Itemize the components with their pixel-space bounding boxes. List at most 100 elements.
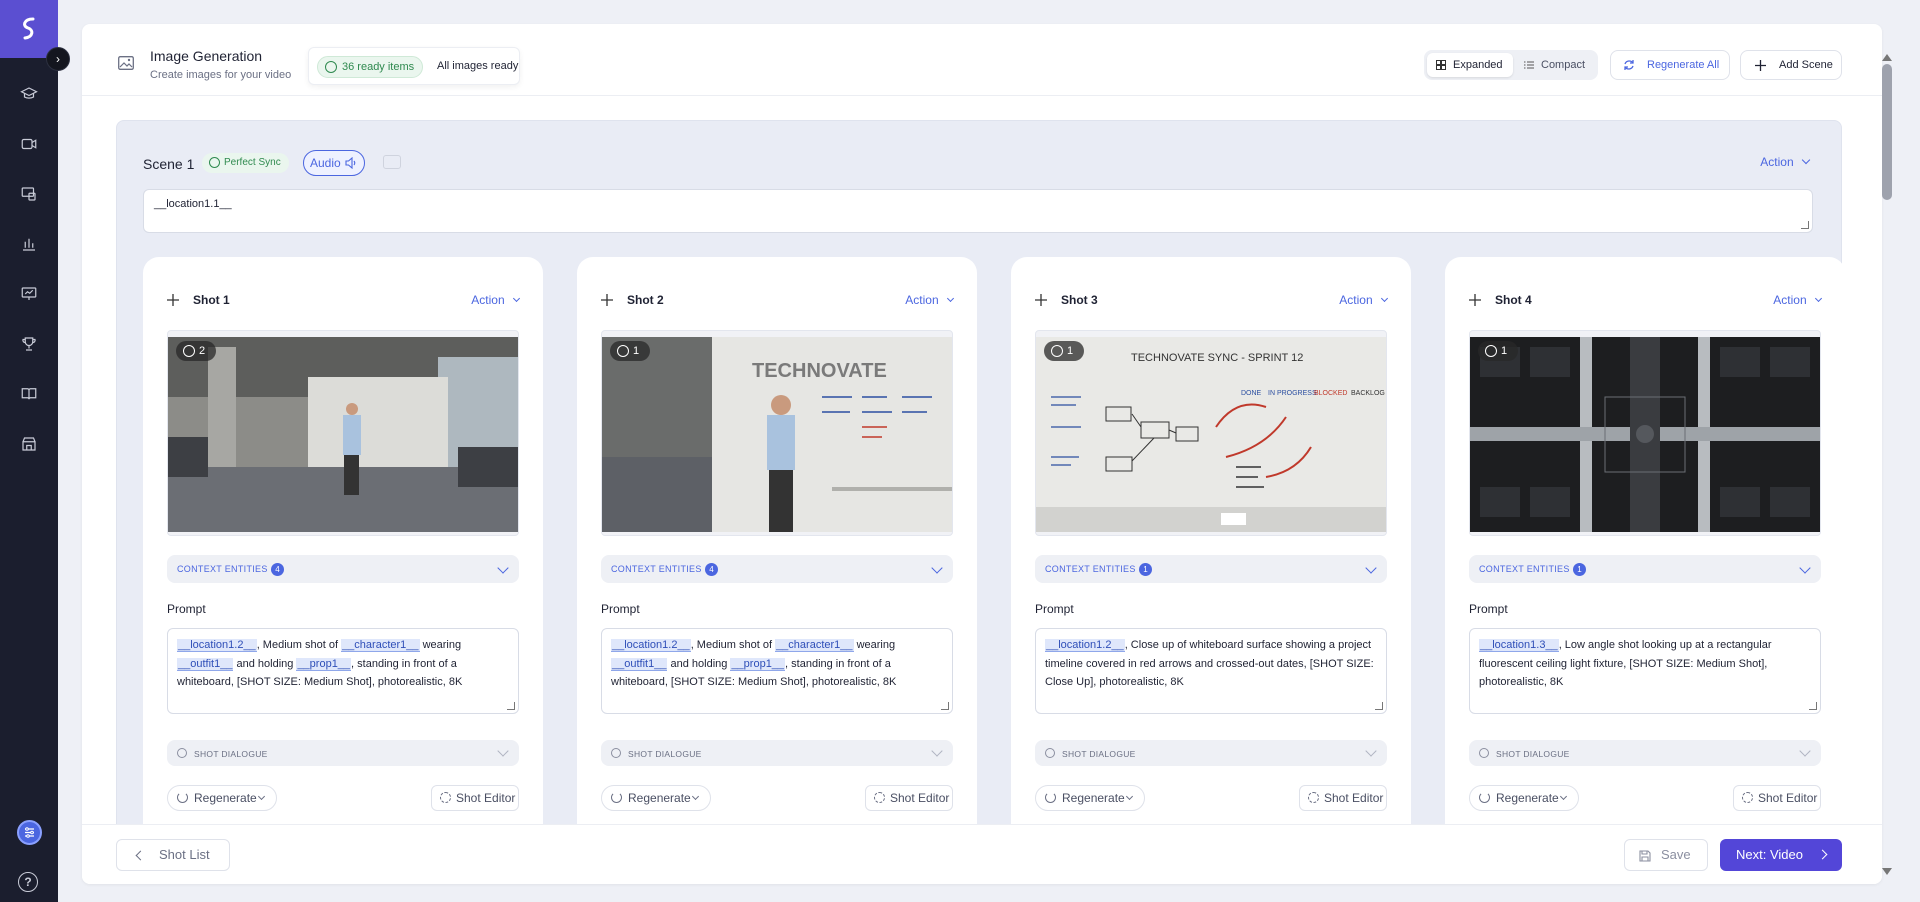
prompt-token[interactable]: __location1.2__: [611, 639, 691, 652]
sidebar-expand-button[interactable]: ›: [46, 47, 70, 71]
shot-editor-button[interactable]: Shot Editor: [865, 785, 953, 811]
drag-move-icon[interactable]: [601, 294, 613, 306]
refresh-icon: [1479, 792, 1490, 803]
add-scene-button[interactable]: Add Scene: [1740, 50, 1842, 80]
scroll-thumb[interactable]: [1882, 64, 1892, 200]
regenerate-button[interactable]: Regenerate: [167, 785, 277, 811]
shot-header: Shot 2 Action: [601, 292, 955, 312]
version-count-badge[interactable]: 2: [176, 341, 216, 361]
chevron-down-icon: [497, 562, 509, 574]
vertical-scrollbar[interactable]: [1880, 54, 1894, 886]
sliders-icon: [25, 827, 34, 838]
shot-image[interactable]: 2: [167, 330, 519, 536]
shot-card: Shot 2 Action TECHNOVATE 1 CONTEXT ENTIT…: [577, 257, 977, 857]
shot-dialogue-toggle[interactable]: SHOT DIALOGUE: [601, 740, 953, 766]
prompt-textarea[interactable]: __location1.2__, Medium shot of __charac…: [167, 628, 519, 714]
version-count-badge[interactable]: 1: [610, 341, 650, 361]
context-entities-label: CONTEXT ENTITIES: [1479, 564, 1570, 574]
prompt-label: Prompt: [1469, 602, 1508, 616]
shot-image[interactable]: 1: [1469, 330, 1821, 536]
shot-image[interactable]: TECHNOVATE SYNC - SPRINT 12 DONE IN PROG…: [1035, 330, 1387, 536]
gear-icon: [874, 792, 885, 803]
prompt-token[interactable]: __location1.2__: [177, 639, 257, 652]
shot-title: Shot 1: [193, 293, 230, 307]
scroll-down-arrow-icon[interactable]: [1882, 868, 1892, 875]
office-scene-image: [168, 337, 518, 532]
prompt-token[interactable]: __character1__: [775, 639, 854, 652]
shot-action-menu[interactable]: Action: [471, 293, 521, 307]
ready-status-text: All images ready: [437, 60, 519, 72]
history-icon: [617, 345, 629, 357]
version-count-badge[interactable]: 1: [1478, 341, 1518, 361]
bar-chart-icon[interactable]: [17, 232, 41, 256]
shot-image[interactable]: TECHNOVATE 1: [601, 330, 953, 536]
list-icon: [1524, 61, 1534, 69]
resize-handle[interactable]: [1375, 702, 1383, 710]
shot-dialogue-toggle[interactable]: SHOT DIALOGUE: [167, 740, 519, 766]
book-icon[interactable]: [17, 382, 41, 406]
view-expanded-option[interactable]: Expanded: [1427, 53, 1513, 77]
regenerate-button[interactable]: Regenerate: [1035, 785, 1145, 811]
context-entities-toggle[interactable]: CONTEXT ENTITIES 1: [1469, 555, 1821, 583]
presentation-icon[interactable]: [17, 282, 41, 306]
shot-action-menu[interactable]: Action: [1773, 293, 1823, 307]
shot-editor-button[interactable]: Shot Editor: [1299, 785, 1387, 811]
chevron-down-icon: [497, 745, 509, 757]
caption-icon[interactable]: [383, 155, 401, 169]
regenerate-button[interactable]: Regenerate: [601, 785, 711, 811]
resize-handle[interactable]: [941, 702, 949, 710]
whiteboard-heading-text: TECHNOVATE SYNC - SPRINT 12: [1131, 352, 1303, 364]
help-icon[interactable]: ?: [18, 872, 38, 892]
shot-list-button[interactable]: Shot List: [116, 839, 230, 871]
next-video-button[interactable]: Next: Video: [1720, 839, 1842, 871]
shot-dialogue-toggle[interactable]: SHOT DIALOGUE: [1035, 740, 1387, 766]
shot-editor-button[interactable]: Shot Editor: [431, 785, 519, 811]
context-count-badge: 1: [1139, 563, 1152, 576]
prompt-token[interactable]: __outfit1__: [177, 657, 234, 671]
prompt-token[interactable]: __location1.2__: [1045, 639, 1125, 652]
drag-move-icon[interactable]: [1469, 294, 1481, 306]
prompt-token[interactable]: __prop1__: [730, 657, 786, 671]
shot-dialogue-toggle[interactable]: SHOT DIALOGUE: [1469, 740, 1821, 766]
store-icon[interactable]: [17, 432, 41, 456]
prompt-textarea[interactable]: __location1.2__, Medium shot of __charac…: [601, 628, 953, 714]
video-camera-icon[interactable]: [17, 132, 41, 156]
prompt-token[interactable]: __outfit1__: [611, 657, 668, 671]
shot-action-menu[interactable]: Action: [905, 293, 955, 307]
regenerate-button[interactable]: Regenerate: [1469, 785, 1579, 811]
trophy-icon[interactable]: [17, 332, 41, 356]
resize-handle[interactable]: [1809, 702, 1817, 710]
settings-sliders-button[interactable]: [17, 820, 42, 845]
context-entities-toggle[interactable]: CONTEXT ENTITIES 4: [601, 555, 953, 583]
version-count-badge[interactable]: 1: [1044, 341, 1084, 361]
chevron-down-icon: [931, 745, 943, 757]
prompt-textarea[interactable]: __location1.2__, Close up of whiteboard …: [1035, 628, 1387, 714]
shot-action-menu[interactable]: Action: [1339, 293, 1389, 307]
gear-icon: [1308, 792, 1319, 803]
scene-action-menu[interactable]: Action: [1760, 155, 1811, 169]
context-entities-toggle[interactable]: CONTEXT ENTITIES 4: [167, 555, 519, 583]
main-panel: Image Generation Create images for your …: [82, 24, 1882, 884]
shot-editor-button[interactable]: Shot Editor: [1733, 785, 1821, 811]
sidebar: › ?: [0, 0, 70, 902]
context-entities-toggle[interactable]: CONTEXT ENTITIES 1: [1035, 555, 1387, 583]
drag-move-icon[interactable]: [1035, 294, 1047, 306]
regenerate-all-button[interactable]: Regenerate All: [1610, 50, 1730, 80]
screens-icon[interactable]: [17, 182, 41, 206]
resize-handle[interactable]: [507, 702, 515, 710]
shot-header: Shot 4 Action: [1469, 292, 1823, 312]
prompt-token[interactable]: __character1__: [341, 639, 420, 652]
save-button[interactable]: Save: [1624, 839, 1708, 871]
scene-description-input[interactable]: __location1.1__: [143, 189, 1813, 233]
prompt-token[interactable]: __prop1__: [296, 657, 352, 671]
view-compact-option[interactable]: Compact: [1515, 53, 1595, 77]
prompt-label: Prompt: [601, 602, 640, 616]
audio-button[interactable]: Audio: [303, 150, 365, 176]
context-count-badge: 1: [1573, 563, 1586, 576]
resize-handle[interactable]: [1801, 221, 1809, 229]
drag-move-icon[interactable]: [167, 294, 179, 306]
scroll-up-arrow-icon[interactable]: [1882, 54, 1892, 61]
prompt-textarea[interactable]: __location1.3__, Low angle shot looking …: [1469, 628, 1821, 714]
graduation-cap-icon[interactable]: [17, 82, 41, 106]
prompt-token[interactable]: __location1.3__: [1479, 639, 1559, 652]
